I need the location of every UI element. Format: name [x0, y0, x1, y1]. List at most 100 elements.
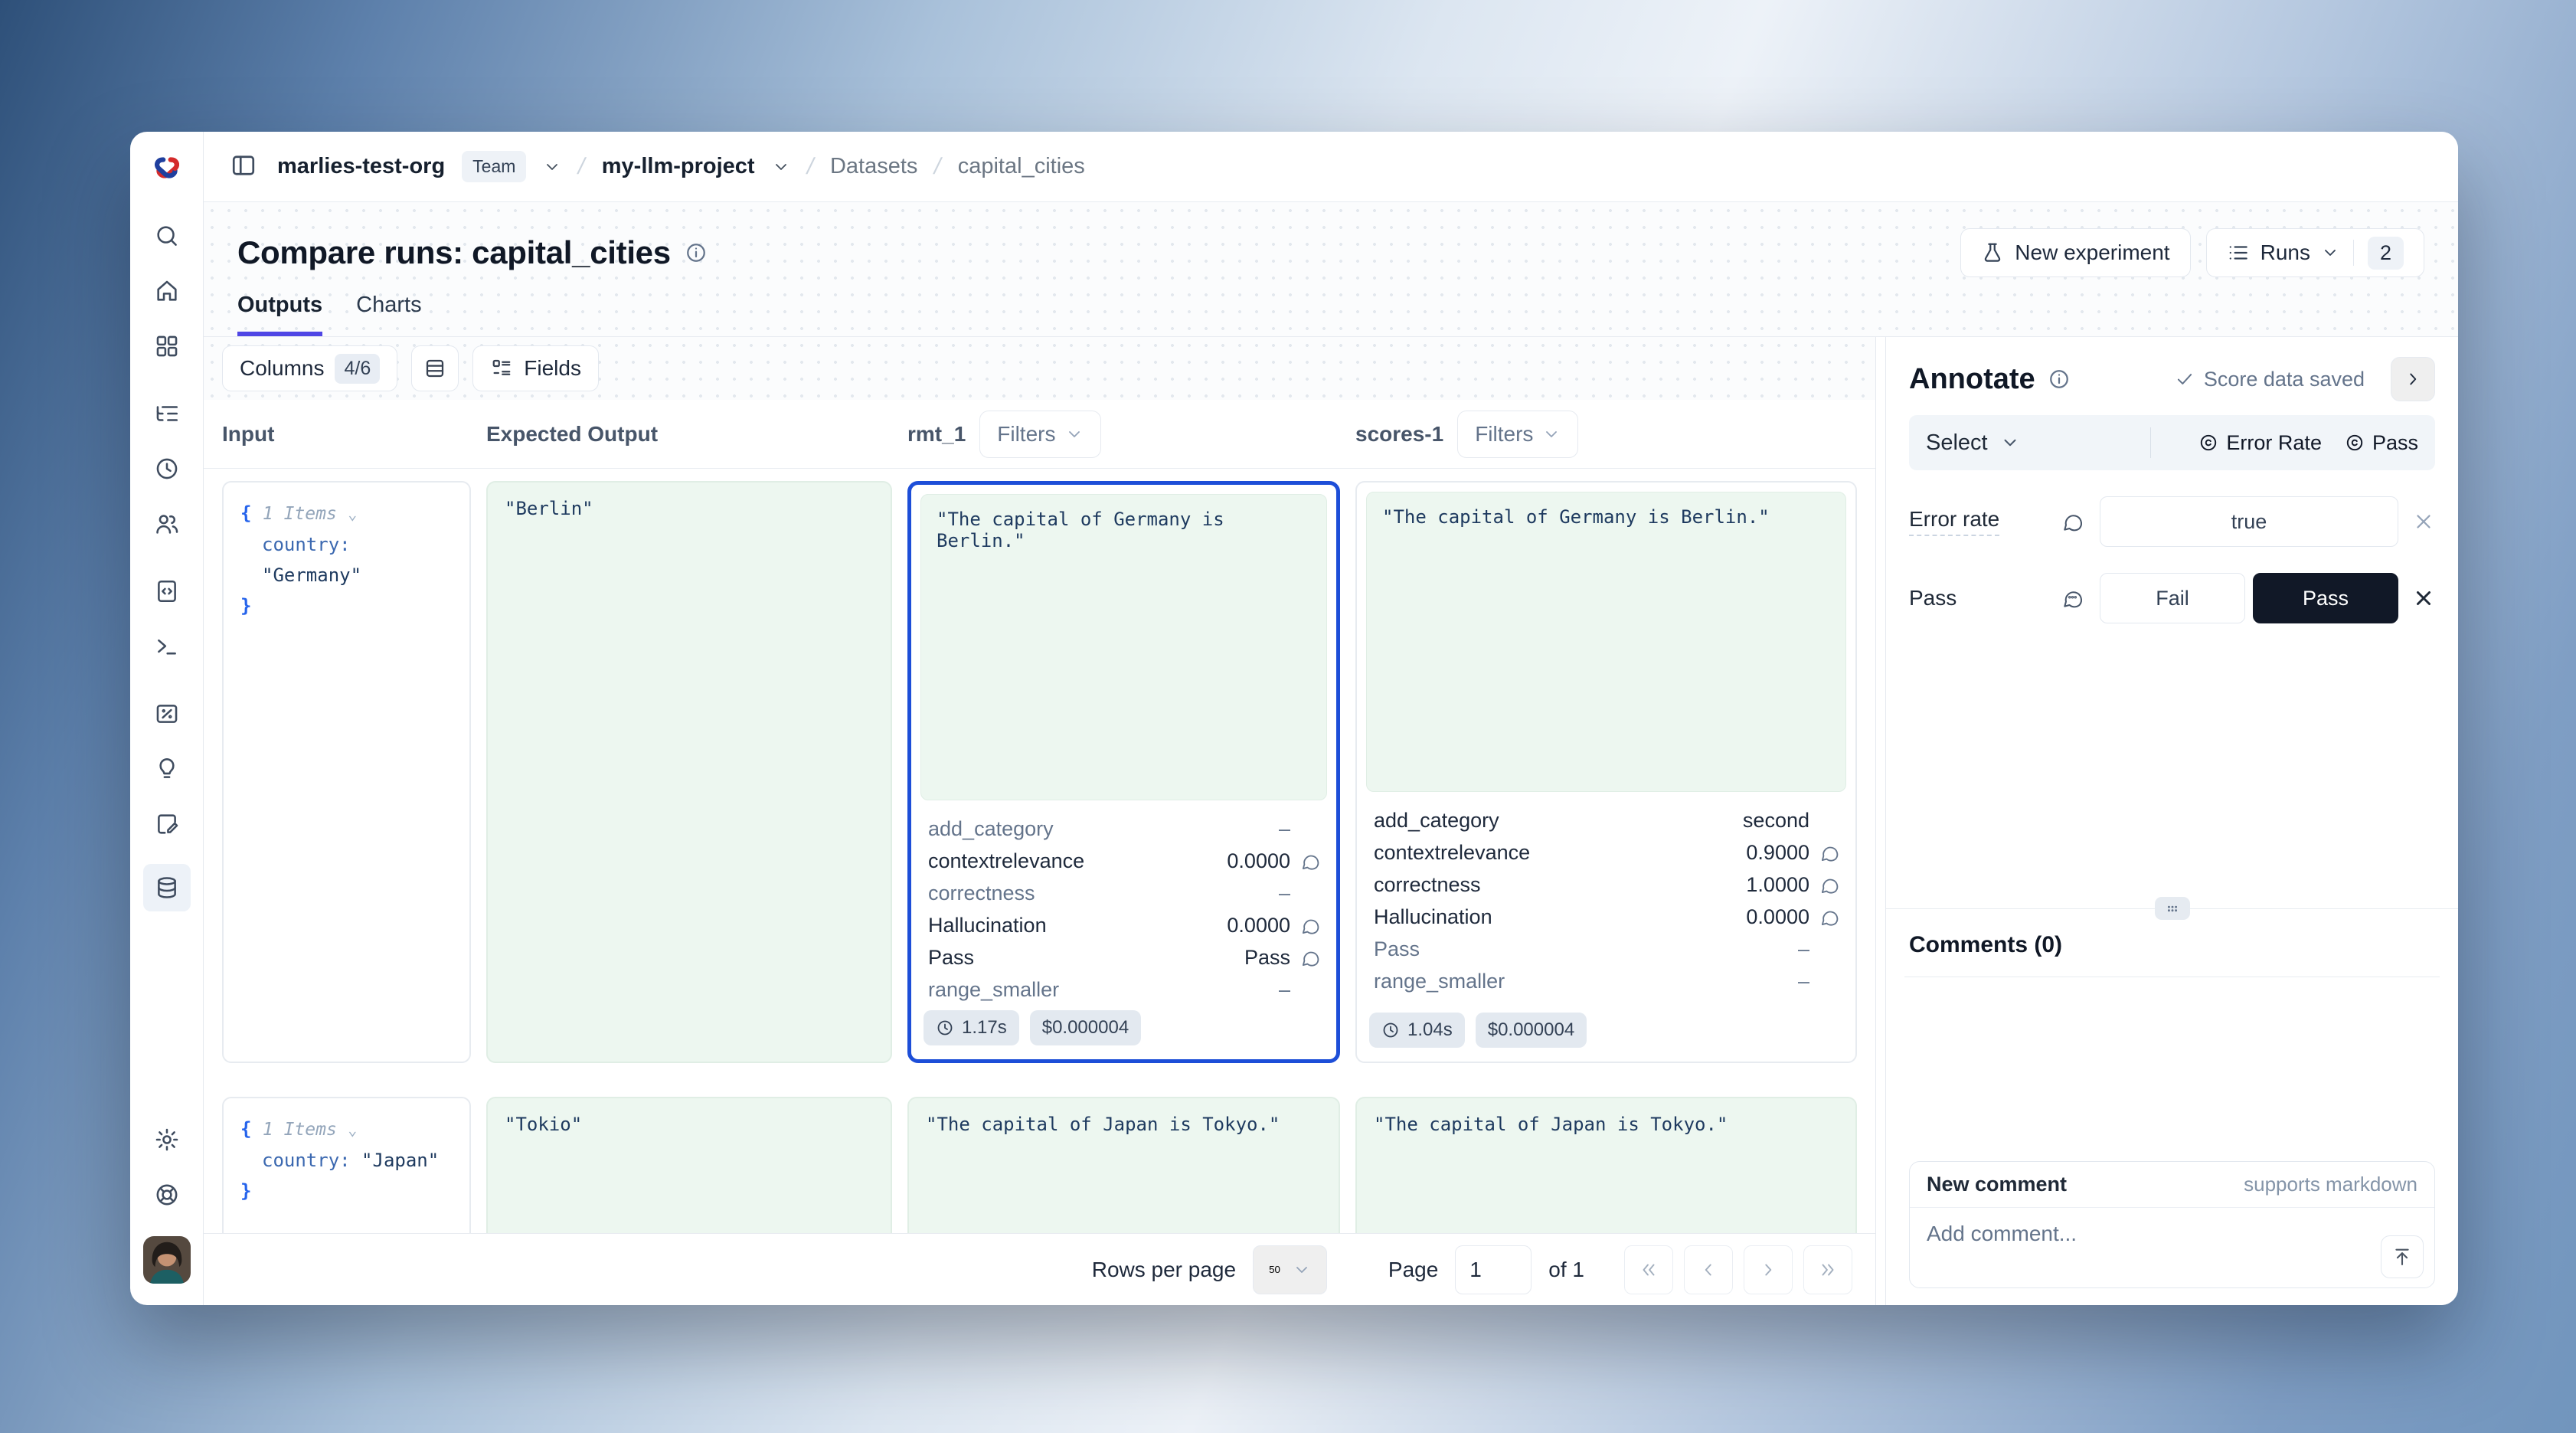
clear-score-icon[interactable]	[2412, 510, 2435, 533]
double-chevron-right-icon	[1818, 1260, 1838, 1280]
comment-bubble-dots-icon[interactable]	[2061, 587, 2084, 610]
first-page-button[interactable]	[1624, 1245, 1673, 1294]
input-cell[interactable]: { 1 Items ⌄ country: "Japan" }	[222, 1097, 471, 1233]
new-experiment-button[interactable]: New experiment	[1960, 228, 2190, 277]
latency-chip: 1.17s	[924, 1010, 1019, 1045]
datasets-database-icon[interactable]	[143, 864, 191, 911]
tab-outputs[interactable]: Outputs	[237, 293, 322, 336]
json-collapse-icon[interactable]: ⌄	[348, 505, 357, 523]
search-icon[interactable]	[152, 221, 182, 251]
comment-bubble-icon[interactable]	[1809, 842, 1840, 863]
annotate-row-error-rate: Error rate	[1909, 496, 2435, 547]
info-icon[interactable]	[2048, 368, 2071, 391]
comment-bubble-icon[interactable]	[1290, 851, 1321, 872]
run1-output-cell-selected[interactable]: "The capital of Germany is Berlin." add_…	[907, 481, 1340, 1063]
breadcrumb-project[interactable]: my-llm-project	[602, 154, 755, 179]
run2-filters-button[interactable]: Filters	[1457, 411, 1578, 458]
comment-bubble-icon[interactable]	[2061, 510, 2084, 533]
score-type-icon	[2345, 433, 2365, 453]
send-up-icon	[2391, 1246, 2413, 1268]
next-page-button[interactable]	[1744, 1245, 1793, 1294]
pass-button[interactable]: Pass	[2253, 573, 2398, 623]
prompts-file-icon[interactable]	[152, 576, 182, 607]
chevron-right-icon	[2403, 369, 2423, 389]
comment-bubble-icon[interactable]	[1809, 875, 1840, 895]
scores-icon[interactable]	[152, 699, 182, 729]
fail-button[interactable]: Fail	[2100, 573, 2245, 623]
score-chip-pass[interactable]: Pass	[2345, 431, 2418, 455]
page-title: Compare runs: capital_cities	[237, 234, 671, 271]
table-row: { 1 Items ⌄ country: "Germany" } "Berlin…	[222, 481, 1857, 1063]
breadcrumb-datasets[interactable]: Datasets	[830, 154, 917, 179]
team-badge: Team	[462, 151, 526, 182]
run1-filters-button[interactable]: Filters	[979, 411, 1100, 458]
comment-bubble-icon[interactable]	[1290, 947, 1321, 968]
chevron-down-icon	[2321, 244, 2339, 262]
column-header-run1: rmt_1 Filters	[907, 411, 1355, 458]
runs-button[interactable]: Runs 2	[2206, 228, 2424, 277]
clock-icon	[936, 1019, 954, 1037]
json-collapse-icon[interactable]: ⌄	[348, 1121, 357, 1139]
fields-button[interactable]: Fields	[472, 345, 599, 391]
chevron-down-icon[interactable]	[543, 158, 561, 176]
score-name-label: Error rate	[1909, 507, 1999, 536]
comment-input[interactable]: Add comment...	[1927, 1222, 2077, 1245]
breadcrumb-separator: /	[804, 154, 816, 180]
breadcrumb-org[interactable]: marlies-test-org	[277, 154, 445, 179]
users-icon[interactable]	[152, 509, 182, 539]
score-chip-error-rate[interactable]: Error Rate	[2198, 431, 2322, 455]
breadcrumb-dataset-name[interactable]: capital_cities	[958, 154, 1085, 179]
tracing-icon[interactable]	[152, 398, 182, 429]
tab-charts[interactable]: Charts	[356, 293, 421, 336]
columns-button[interactable]: Columns 4/6	[222, 345, 397, 391]
dashboards-icon[interactable]	[152, 331, 182, 362]
expected-output-cell[interactable]: "Berlin"	[486, 481, 892, 1063]
run2-output-cell[interactable]: "The capital of Germany is Berlin." add_…	[1355, 481, 1857, 1063]
input-cell[interactable]: { 1 Items ⌄ country: "Germany" }	[222, 481, 471, 1063]
last-page-button[interactable]	[1803, 1245, 1852, 1294]
chevron-down-icon	[1542, 425, 1561, 443]
collapse-panel-button[interactable]	[2391, 357, 2435, 401]
score-type-icon	[2198, 433, 2218, 453]
settings-gear-icon[interactable]	[152, 1124, 182, 1155]
submit-comment-button[interactable]	[2381, 1235, 2424, 1278]
annotation-queues-icon[interactable]	[152, 809, 182, 839]
sidebar-toggle-icon[interactable]	[230, 152, 260, 182]
flask-icon	[1981, 241, 2004, 264]
panel-resize-divider	[1886, 908, 2458, 909]
error-rate-value-input[interactable]	[2100, 496, 2398, 547]
expected-output-cell[interactable]: "Tokio"	[486, 1097, 892, 1233]
score-list: add_category– contextrelevance0.0000 cor…	[920, 800, 1327, 1003]
chevron-down-icon	[1065, 425, 1084, 443]
info-icon[interactable]	[685, 241, 708, 264]
run1-output-cell[interactable]: "The capital of Japan is Tokyo."	[907, 1097, 1340, 1233]
page-number-input[interactable]	[1455, 1245, 1532, 1294]
chevron-down-icon[interactable]	[772, 158, 790, 176]
rows-per-page-label: Rows per page	[1092, 1258, 1236, 1282]
run2-output-cell[interactable]: "The capital of Japan is Tokyo."	[1355, 1097, 1857, 1233]
breadcrumb: marlies-test-org Team / my-llm-project /…	[204, 132, 2458, 202]
playground-terminal-icon[interactable]	[152, 631, 182, 662]
double-chevron-left-icon	[1639, 1260, 1659, 1280]
rows-icon	[423, 357, 446, 380]
new-comment-card: New comment supports markdown Add commen…	[1909, 1161, 2435, 1288]
annotate-row-pass: Pass Fail Pass	[1909, 573, 2435, 623]
drag-handle[interactable]	[2155, 897, 2190, 920]
annotate-title: Annotate	[1909, 363, 2035, 396]
row-height-button[interactable]	[411, 345, 459, 391]
home-icon[interactable]	[152, 276, 182, 306]
chevron-left-icon	[1698, 1260, 1718, 1280]
clear-score-icon[interactable]	[2412, 587, 2435, 610]
score-select-dropdown[interactable]: Select	[1926, 430, 2020, 456]
insights-bulb-icon[interactable]	[152, 754, 182, 784]
sessions-clock-icon[interactable]	[152, 453, 182, 484]
cost-chip: $0.000004	[1030, 1010, 1141, 1045]
user-avatar[interactable]	[143, 1236, 191, 1284]
rows-per-page-select[interactable]: 50	[1253, 1245, 1327, 1294]
app-window: marlies-test-org Team / my-llm-project /…	[130, 132, 2458, 1305]
comment-bubble-icon[interactable]	[1290, 915, 1321, 936]
support-lifebuoy-icon[interactable]	[152, 1179, 182, 1210]
org-logo-icon[interactable]	[149, 152, 185, 187]
prev-page-button[interactable]	[1684, 1245, 1733, 1294]
comment-bubble-icon[interactable]	[1809, 907, 1840, 928]
